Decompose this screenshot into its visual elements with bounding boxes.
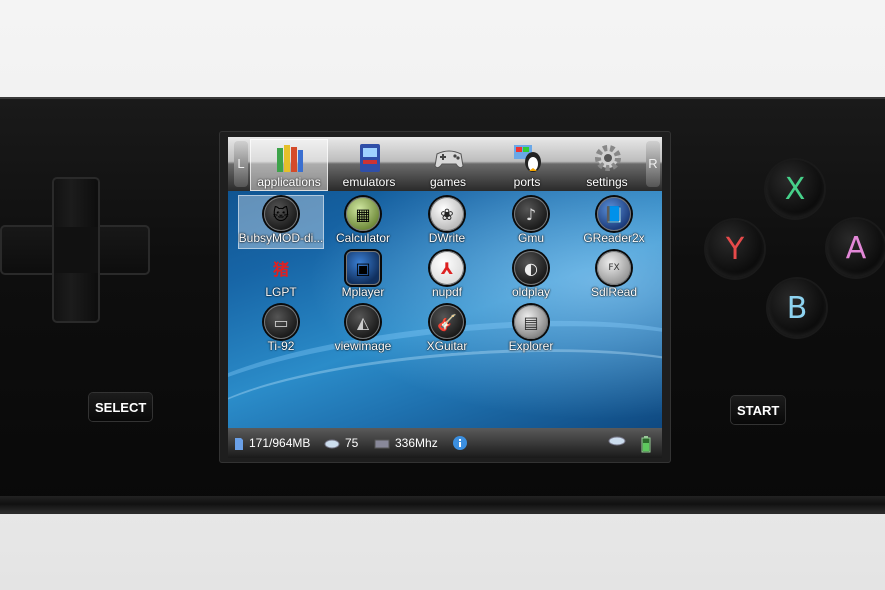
kanji-icon: 猪: [272, 260, 289, 279]
app-label: GReader2x: [583, 231, 645, 245]
start-button[interactable]: START: [731, 396, 786, 424]
y-button[interactable]: Y: [706, 220, 764, 278]
a-button[interactable]: A: [827, 219, 885, 277]
app-mplayer[interactable]: ▣ Mplayer: [320, 249, 406, 303]
gear-icon: [595, 145, 621, 171]
cpu-value: 336Mhz: [395, 436, 438, 450]
app-viewimage[interactable]: ◭ viewimage: [320, 303, 406, 357]
image-icon: ◭: [346, 305, 380, 339]
category-bar: L R applications emulators games ports s…: [228, 137, 662, 191]
app-label: SdlRead: [590, 285, 638, 299]
shoulder-left-indicator[interactable]: L: [234, 141, 248, 187]
volume-icon: [608, 436, 626, 446]
tab-games[interactable]: games: [409, 139, 487, 191]
brightness-value: 75: [345, 436, 359, 450]
arcade-cabinet-icon: [360, 144, 380, 172]
battery-status: [640, 435, 652, 453]
console-bottom-edge: [0, 496, 885, 512]
tab-settings[interactable]: settings: [568, 139, 646, 191]
tab-label: games: [429, 175, 467, 189]
storage-status: 171/964MB: [234, 435, 310, 451]
volume-status: [608, 435, 626, 451]
brightness-icon: [324, 439, 340, 449]
tab-label: ports: [513, 175, 541, 189]
app-lgpt[interactable]: 猪 LGPT: [238, 249, 324, 303]
app-dwrite[interactable]: ❀ DWrite: [404, 195, 490, 249]
storage-value: 171/964MB: [249, 436, 311, 450]
app-sdlread[interactable]: FX SdlRead: [571, 249, 657, 303]
tab-emulators[interactable]: emulators: [330, 139, 408, 191]
app-bubsymod[interactable]: 🐱 BubsyMOD-di...: [238, 195, 324, 249]
reader-icon: FX: [597, 251, 631, 285]
tab-ports[interactable]: ports: [488, 139, 566, 191]
battery-icon: [641, 436, 651, 453]
calculator-icon: ▦: [346, 197, 380, 231]
sd-card-icon: [235, 437, 243, 450]
music-note-icon: ♪: [514, 197, 548, 231]
shoulder-right-indicator[interactable]: R: [646, 141, 660, 187]
calculator-device-icon: ▭: [264, 305, 298, 339]
info-status[interactable]: [452, 435, 468, 451]
brightness-status: 75: [324, 435, 358, 451]
guitar-icon: 🎸: [430, 305, 464, 339]
app-label: Explorer: [508, 339, 554, 353]
book-icon: 📘: [597, 197, 631, 231]
tab-applications[interactable]: applications: [250, 139, 328, 191]
penguin-icon: [514, 145, 541, 172]
app-ti92[interactable]: ▭ Ti-92: [238, 303, 324, 357]
pdf-icon: ⅄: [430, 251, 464, 285]
gamepad-icon: [434, 150, 464, 169]
dpad-center: [54, 227, 98, 273]
app-xguitar[interactable]: 🎸 XGuitar: [404, 303, 490, 357]
tab-label: applications: [257, 175, 321, 189]
select-button[interactable]: SELECT: [89, 393, 153, 421]
status-bar: 171/964MB 75 336Mhz: [228, 428, 662, 458]
app-explorer[interactable]: ▤ Explorer: [488, 303, 574, 357]
app-greader2x[interactable]: 📘 GReader2x: [571, 195, 657, 249]
b-button[interactable]: B: [768, 279, 826, 337]
folder-icon: ▤: [514, 305, 548, 339]
cpu-status: 336Mhz: [374, 435, 438, 451]
game-icon: 🐱: [264, 197, 298, 231]
cpu-icon: [374, 439, 390, 449]
app-nupdf[interactable]: ⅄ nupdf: [404, 249, 490, 303]
dpad[interactable]: [0, 177, 150, 323]
app-calculator[interactable]: ▦ Calculator: [320, 195, 406, 249]
tab-label: emulators: [342, 175, 396, 189]
video-icon: ▣: [346, 251, 380, 285]
app-gmu[interactable]: ♪ Gmu: [488, 195, 574, 249]
disc-icon: ◐: [514, 251, 548, 285]
paw-icon: ❀: [430, 197, 464, 231]
tab-label: settings: [586, 175, 628, 189]
x-button[interactable]: X: [766, 160, 824, 218]
app-oldplay[interactable]: ◐ oldplay: [488, 249, 574, 303]
books-icon: [277, 145, 303, 172]
info-icon[interactable]: [452, 435, 468, 451]
launcher-screen: L R applications emulators games ports s…: [228, 137, 662, 458]
